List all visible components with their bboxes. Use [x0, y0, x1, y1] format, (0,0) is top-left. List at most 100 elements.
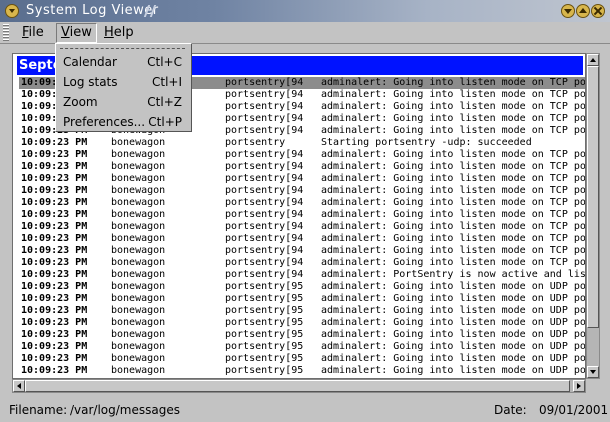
log-message: adminalert: Going into listen mode on UD… [321, 353, 586, 364]
log-time: 10:09:23 PM [21, 257, 88, 268]
log-row[interactable]: 10:09:23 PM bonewagon portsentry[94 adminal… [19, 149, 585, 161]
close-button[interactable] [591, 4, 605, 18]
log-host: bonewagon [111, 209, 166, 220]
scroll-left-button[interactable] [13, 380, 25, 392]
log-row[interactable]: 10:09:23 PM bonewagon portsentry Starting p… [19, 137, 585, 149]
log-message: adminalert: Going into listen mode on TC… [321, 197, 586, 208]
log-row[interactable]: 10:09:23 PM bonewagon portsentry[95 adminal… [19, 305, 585, 317]
log-process: portsentry[95 [225, 329, 304, 340]
horizontal-scroll-thumb[interactable] [25, 380, 570, 392]
log-process: portsentry[95 [225, 341, 304, 352]
arrow-down-icon [590, 370, 596, 374]
log-time: 10:09:23 PM [21, 197, 88, 208]
tearoff-line[interactable] [60, 48, 185, 49]
log-host: bonewagon [111, 341, 166, 352]
log-process: portsentry[94 [225, 113, 304, 124]
log-host: bonewagon [111, 317, 166, 328]
log-message: adminalert: Going into listen mode on TC… [321, 209, 586, 220]
menu-file-label: ile [28, 25, 44, 40]
arrow-right-icon [577, 383, 581, 389]
log-host: bonewagon [111, 233, 166, 244]
log-host: bonewagon [111, 329, 166, 340]
menu-item-label: Log stats [63, 75, 118, 89]
scroll-up-button[interactable] [587, 54, 599, 66]
log-time: 10:09:23 PM [21, 329, 88, 340]
menu-item-log-stats[interactable]: Log stats Ctl+I [56, 72, 191, 92]
log-message: Starting portsentry -udp: succeeded [321, 137, 532, 148]
menu-item-shortcut: Ctl+I [151, 75, 182, 89]
log-row[interactable]: 10:09:23 PM bonewagon portsentry[95 adminal… [19, 341, 585, 353]
minimize-button[interactable] [561, 4, 575, 18]
log-row[interactable]: 10:09:23 PM bonewagon portsentry[95 adminal… [19, 281, 585, 293]
log-message: adminalert: Going into listen mode on TC… [321, 185, 586, 196]
log-row[interactable]: 10:09:23 PM bonewagon portsentry[95 adminal… [19, 293, 585, 305]
log-process: portsentry[94 [225, 149, 304, 160]
menu-file[interactable]: File [18, 25, 48, 41]
maximize-button[interactable] [576, 4, 590, 18]
log-message: adminalert: Going into listen mode on TC… [321, 89, 586, 100]
log-host: bonewagon [111, 221, 166, 232]
log-host: bonewagon [111, 293, 166, 304]
log-time: 10:09:23 PM [21, 209, 88, 220]
log-time: 10:09:23 PM [21, 281, 88, 292]
menu-help-label: elp [113, 25, 134, 40]
log-time: 10:09:23 PM [21, 185, 88, 196]
vertical-scroll-thumb[interactable] [587, 66, 599, 328]
window-menu-icon[interactable] [5, 4, 19, 18]
log-message: adminalert: Going into listen mode on UD… [321, 365, 586, 376]
menu-bar: File View Help [0, 22, 610, 44]
filename-value: /var/log/messages [70, 403, 180, 417]
log-message: adminalert: Going into listen mode on TC… [321, 233, 586, 244]
log-row[interactable]: 10:09:23 PM bonewagon portsentry[94 adminal… [19, 269, 585, 281]
log-host: bonewagon [111, 281, 166, 292]
log-message: adminalert: Going into listen mode on TC… [321, 257, 586, 268]
log-row[interactable]: 10:09:23 PM bonewagon portsentry[94 adminal… [19, 173, 585, 185]
log-row[interactable]: 10:09:23 PM bonewagon portsentry[94 adminal… [19, 257, 585, 269]
log-row[interactable]: 10:09:23 PM bonewagon portsentry[94 adminal… [19, 245, 585, 257]
menu-help[interactable]: Help [100, 25, 138, 41]
close-icon [594, 7, 602, 15]
log-time: 10:09:23 PM [21, 137, 88, 148]
menu-item-shortcut: Ctl+C [147, 55, 182, 69]
log-host: bonewagon [111, 197, 166, 208]
log-process: portsentry[94 [225, 125, 304, 136]
log-row[interactable]: 10:09:23 PM bonewagon portsentry[94 adminal… [19, 221, 585, 233]
horizontal-scrollbar[interactable] [12, 379, 586, 393]
log-process: portsentry [225, 137, 286, 148]
title-bar[interactable]: System Log Viewer [0, 0, 610, 22]
log-process: portsentry[95 [225, 281, 304, 292]
log-row[interactable]: 10:09:23 PM bonewagon portsentry[95 adminal… [19, 317, 585, 329]
log-process: portsentry[94 [225, 89, 304, 100]
view-menu-dropdown: Calendar Ctl+C Log stats Ctl+I Zoom Ctl+… [55, 43, 192, 132]
log-time: 10:09:23 PM [21, 245, 88, 256]
log-row[interactable]: 10:09:23 PM bonewagon portsentry[94 adminal… [19, 233, 585, 245]
log-process: portsentry[94 [225, 101, 304, 112]
menubar-handle-icon[interactable] [3, 24, 9, 41]
log-host: bonewagon [111, 353, 166, 364]
log-row[interactable]: 10:09:23 PM bonewagon portsentry[94 adminal… [19, 185, 585, 197]
menu-item-preferences[interactable]: Preferences... Ctl+P [56, 112, 191, 132]
minimize-icon [564, 7, 572, 15]
log-row[interactable]: 10:09:23 PM bonewagon portsentry[95 adminal… [19, 329, 585, 341]
log-row[interactable]: 10:09:23 PM bonewagon portsentry[94 adminal… [19, 197, 585, 209]
log-row[interactable]: 10:09:23 PM bonewagon portsentry[94 adminal… [19, 161, 585, 173]
log-row[interactable]: 10:09:23 PM bonewagon portsentry[95 adminal… [19, 365, 585, 377]
menu-view[interactable]: View [56, 23, 97, 43]
log-process: portsentry[95 [225, 293, 304, 304]
scroll-right-button[interactable] [573, 380, 585, 392]
menu-item-calendar[interactable]: Calendar Ctl+C [56, 52, 191, 72]
log-row[interactable]: 10:09:23 PM bonewagon portsentry[94 adminal… [19, 209, 585, 221]
status-bar: Filename: /var/log/messages Date: 09/01/… [0, 399, 610, 422]
log-message: adminalert: Going into listen mode on TC… [321, 125, 586, 136]
log-process: portsentry[95 [225, 317, 304, 328]
vertical-scrollbar[interactable] [586, 53, 600, 379]
log-process: portsentry[94 [225, 245, 304, 256]
log-time: 10:09:23 PM [21, 221, 88, 232]
window-title: System Log Viewer [26, 3, 159, 18]
log-process: portsentry[94 [225, 269, 304, 280]
arrow-up-icon [590, 58, 596, 62]
log-time: 10:09:23 PM [21, 365, 88, 376]
log-row[interactable]: 10:09:23 PM bonewagon portsentry[95 adminal… [19, 353, 585, 365]
scroll-down-button[interactable] [587, 366, 599, 378]
menu-item-zoom[interactable]: Zoom Ctl+Z [56, 92, 191, 112]
